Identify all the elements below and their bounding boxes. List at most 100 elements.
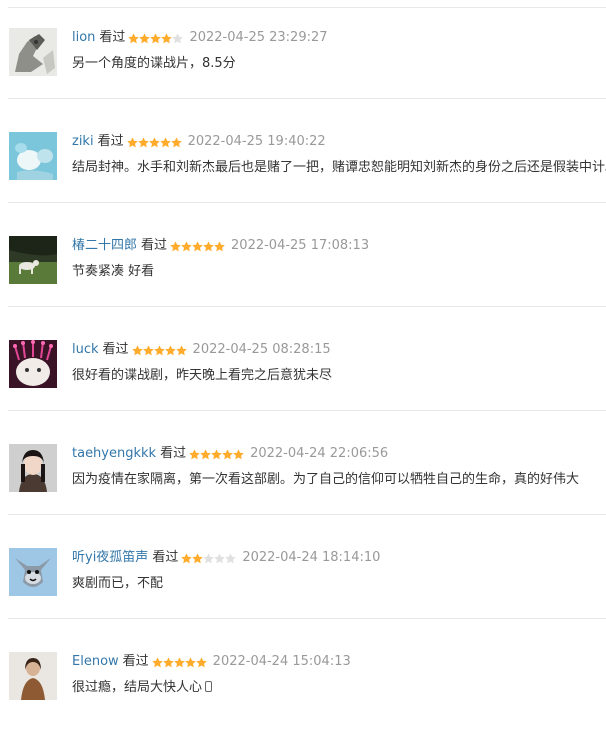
star-icon xyxy=(233,448,244,459)
watch-status: 看过 xyxy=(99,30,126,45)
star-icon xyxy=(211,448,222,459)
divider xyxy=(8,7,606,8)
star-icon xyxy=(203,552,215,563)
username-link[interactable]: luck xyxy=(72,340,99,360)
comment-meta: Elenow 看过 2022-04-24 15:04:13 xyxy=(72,652,351,672)
watch-status: 看过 xyxy=(152,550,179,565)
comment-time: 2022-04-25 08:28:15 xyxy=(192,342,331,357)
star-icon xyxy=(142,344,154,355)
username-link[interactable]: 椿二十四郎 xyxy=(72,236,137,256)
comment-time: 2022-04-24 18:14:10 xyxy=(242,550,381,565)
username-link[interactable]: lion xyxy=(72,28,95,48)
star-icon xyxy=(181,552,193,563)
star-icon xyxy=(153,344,165,355)
avatar[interactable] xyxy=(9,28,57,76)
star-icon xyxy=(128,32,140,43)
star-icon xyxy=(150,32,162,43)
divider xyxy=(8,202,606,203)
avatar[interactable] xyxy=(9,444,57,492)
avatar[interactable] xyxy=(9,132,57,180)
star-icon xyxy=(200,448,211,459)
divider xyxy=(8,618,606,619)
star-icon xyxy=(170,136,182,147)
star-icon xyxy=(173,656,185,667)
star-icon xyxy=(195,656,207,667)
watch-status: 看过 xyxy=(97,134,124,149)
star-icon xyxy=(137,136,149,147)
star-icon xyxy=(159,136,171,147)
comment-time: 2022-04-25 19:40:22 xyxy=(187,134,326,149)
comment-text: 爽剧而已，不配 xyxy=(72,576,164,591)
comment-item: 听yi夜孤笛声 看过 2022-04-24 18:14:10 爽剧而已，不配 xyxy=(0,534,606,638)
divider xyxy=(8,514,606,515)
avatar[interactable] xyxy=(9,548,57,596)
comment-text: 很好看的谍战剧，昨天晚上看完之后意犹未尽 xyxy=(72,368,333,383)
comment-meta: luck 看过 2022-04-25 08:28:15 xyxy=(72,340,331,360)
comment-meta: lion 看过 2022-04-25 23:29:27 xyxy=(72,28,328,48)
comment-item: 椿二十四郎 看过 2022-04-25 17:08:13 节奏紧凑 好看 xyxy=(0,222,606,326)
divider xyxy=(8,98,606,99)
comment-meta: 椿二十四郎 看过 2022-04-25 17:08:13 xyxy=(72,236,369,256)
star-icon xyxy=(214,552,226,563)
avatar[interactable] xyxy=(9,652,57,700)
username-link[interactable]: taehyengkkk xyxy=(72,444,156,464)
avatar[interactable] xyxy=(9,340,57,388)
star-icon xyxy=(148,136,160,147)
rating-stars xyxy=(126,136,182,148)
star-icon xyxy=(181,240,192,251)
star-icon xyxy=(214,240,225,251)
comment-time: 2022-04-24 22:06:56 xyxy=(250,446,389,461)
rating-stars xyxy=(151,656,207,668)
comment-time: 2022-04-25 17:08:13 xyxy=(231,238,370,253)
text-cursor-icon xyxy=(205,681,213,692)
comment-text: 结局封神。水手和刘新杰最后也是赌了一把，赌谭忠恕能明知刘新杰的身份之后还是假装中… xyxy=(72,160,606,175)
star-icon xyxy=(162,656,174,667)
username-link[interactable]: ziki xyxy=(72,132,94,152)
star-icon xyxy=(131,344,143,355)
star-icon xyxy=(172,32,184,43)
comment-text: 节奏紧凑 好看 xyxy=(72,264,155,279)
rating-stars xyxy=(181,552,237,564)
star-icon xyxy=(170,240,181,251)
comment-text: 因为疫情在家隔离，第一次看这部剧。为了自己的信仰可以牺牲自己的生命，真的好伟大 xyxy=(72,472,580,487)
comment-time: 2022-04-24 15:04:13 xyxy=(212,654,351,669)
comment-text: 很过瘾，结局大快人心 xyxy=(72,678,606,698)
star-icon xyxy=(222,448,233,459)
watch-status: 看过 xyxy=(122,654,149,669)
star-icon xyxy=(192,240,203,251)
username-link[interactable]: Elenow xyxy=(72,652,119,672)
rating-stars xyxy=(131,344,187,356)
comment-item: luck 看过 2022-04-25 08:28:15 很好看的谍战剧，昨天晚上… xyxy=(0,326,606,430)
star-icon xyxy=(189,448,200,459)
star-icon xyxy=(151,656,163,667)
comment-text: 另一个角度的谍战片，8.5分 xyxy=(72,56,236,71)
star-icon xyxy=(126,136,138,147)
comment-meta: taehyengkkk 看过 2022-04-24 22:06:56 xyxy=(72,444,388,464)
rating-stars xyxy=(189,448,244,460)
star-icon xyxy=(139,32,151,43)
comment-time: 2022-04-25 23:29:27 xyxy=(189,30,328,45)
watch-status: 看过 xyxy=(102,342,129,357)
divider xyxy=(8,306,606,307)
comment-text-value: 很过瘾，结局大快人心 xyxy=(72,680,203,695)
divider xyxy=(8,410,606,411)
star-icon xyxy=(175,344,187,355)
star-icon xyxy=(164,344,176,355)
avatar[interactable] xyxy=(9,236,57,284)
watch-status: 看过 xyxy=(141,238,168,253)
star-icon xyxy=(192,552,204,563)
star-icon xyxy=(184,656,196,667)
star-icon xyxy=(225,552,237,563)
comment-item: taehyengkkk 看过 2022-04-24 22:06:56 因为疫情在… xyxy=(0,430,606,534)
username-link[interactable]: 听yi夜孤笛声 xyxy=(72,548,148,568)
rating-stars xyxy=(128,32,184,44)
comment-item: lion 看过 2022-04-25 23:29:27 另一个角度的谍战片，8.… xyxy=(0,14,606,118)
comment-item: ziki 看过 2022-04-25 19:40:22 结局封神。水手和刘新杰最… xyxy=(0,118,606,222)
rating-stars xyxy=(170,240,225,252)
comment-meta: 听yi夜孤笛声 看过 2022-04-24 18:14:10 xyxy=(72,548,380,568)
comment-item: Elenow 看过 2022-04-24 15:04:13 很过瘾，结局大快人心 xyxy=(0,638,606,742)
star-icon xyxy=(161,32,173,43)
star-icon xyxy=(203,240,214,251)
comment-meta: ziki 看过 2022-04-25 19:40:22 xyxy=(72,132,326,152)
watch-status: 看过 xyxy=(160,446,187,461)
